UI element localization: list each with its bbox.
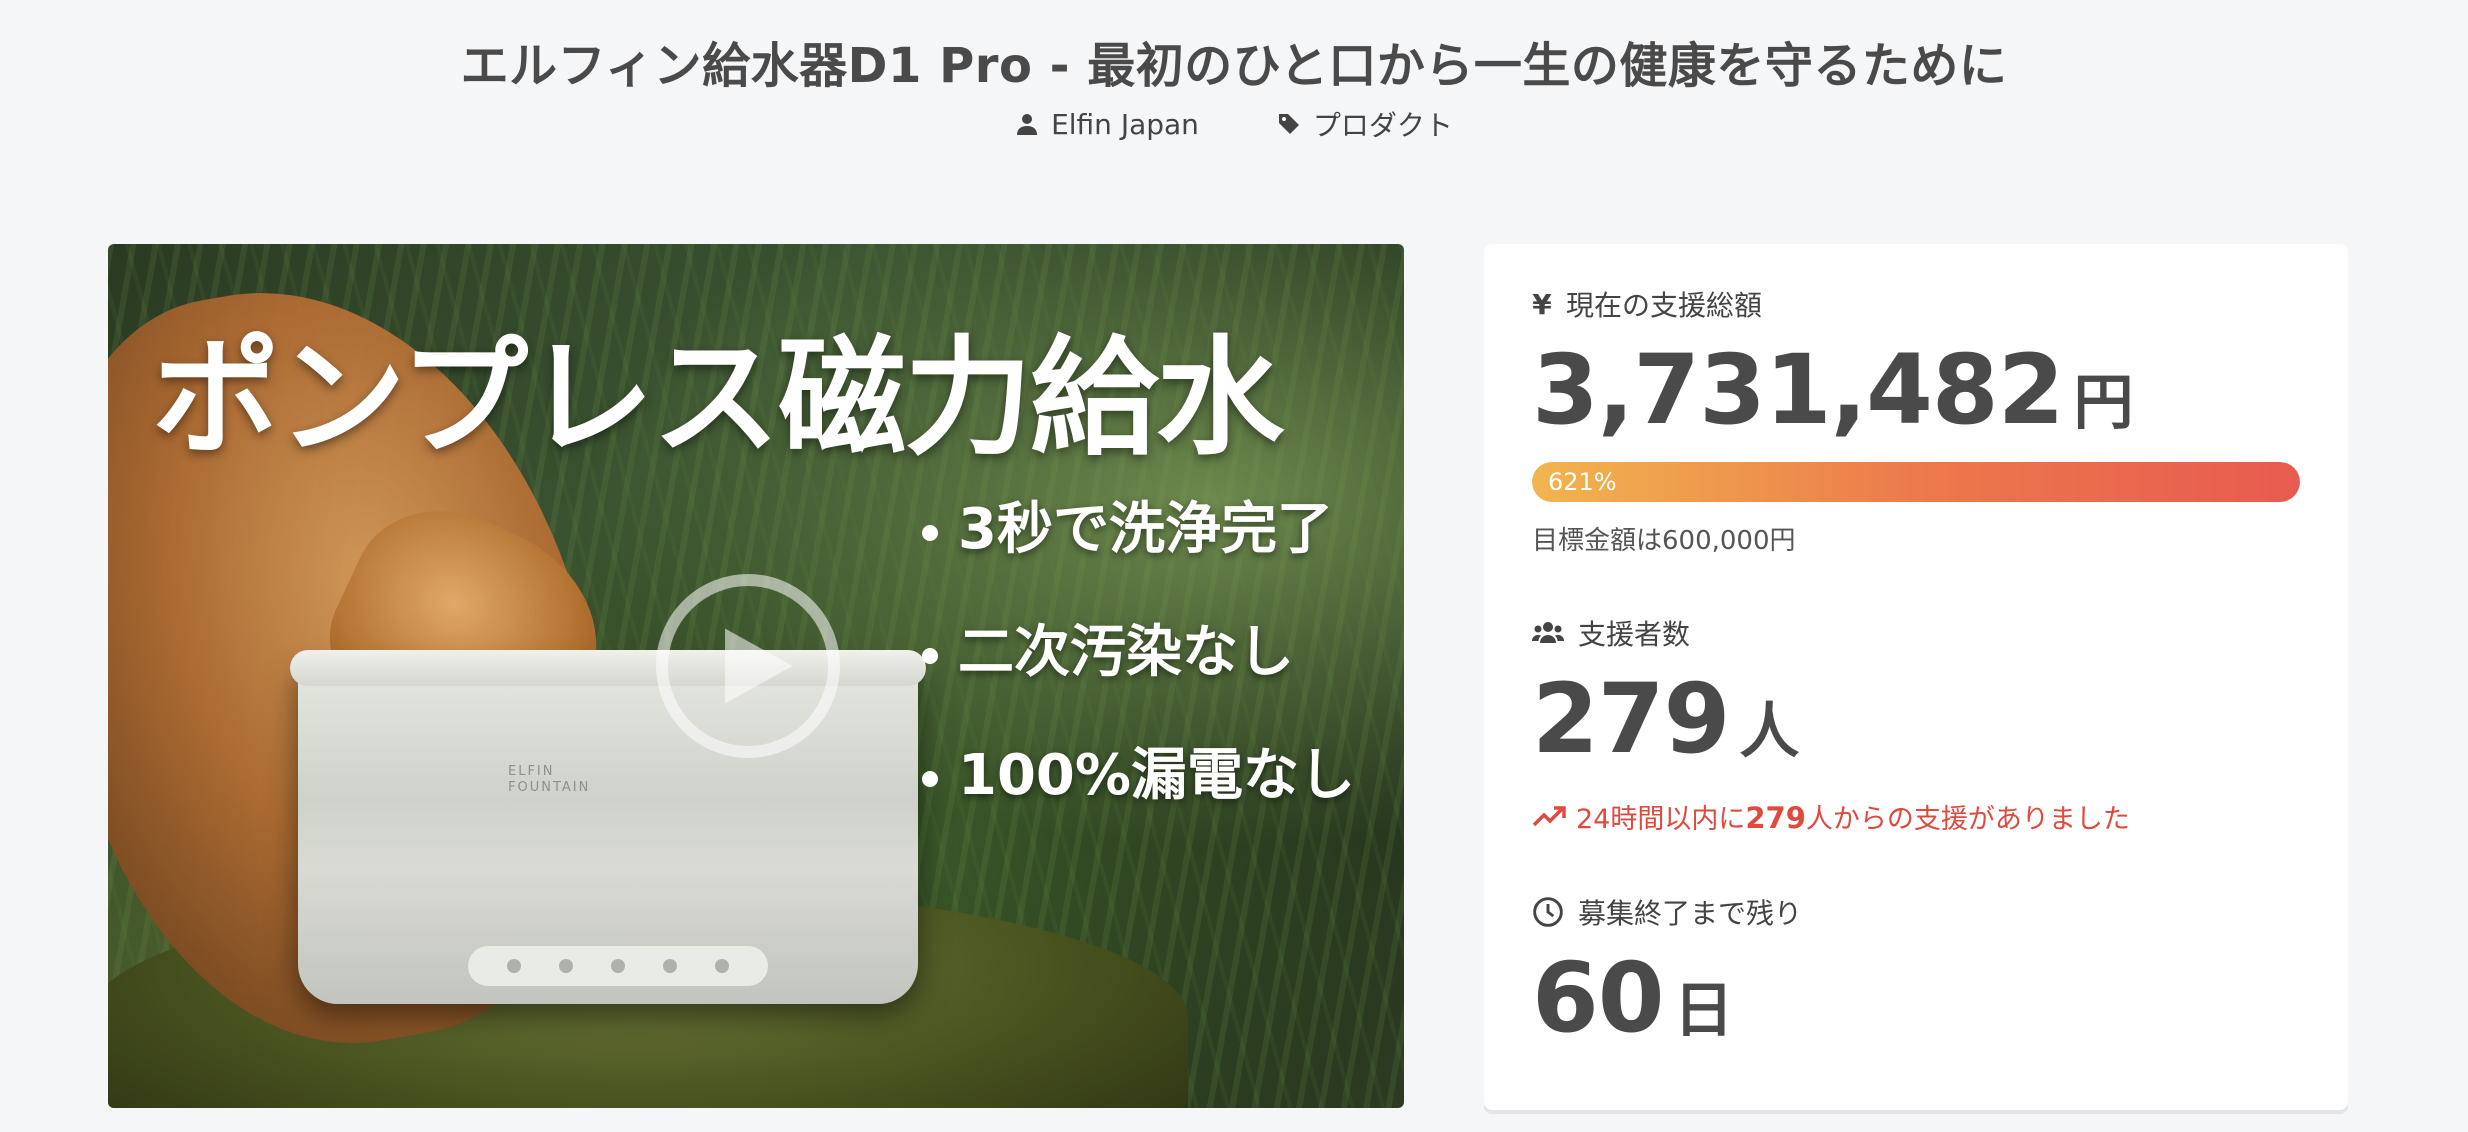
- tag-icon: [1278, 114, 1299, 134]
- hero-feature-item: 3秒で洗浄完了: [922, 484, 1355, 565]
- clock-icon: [1533, 897, 1563, 927]
- hero-headline: ポンプレス磁力給水: [152, 324, 1284, 473]
- play-icon: [725, 628, 793, 704]
- users-icon: [1532, 622, 1564, 643]
- fountain-control-panel: [468, 946, 768, 986]
- supporters-section: 支援者数 279 人 24時間以内に279人からの支援がありました: [1532, 613, 2300, 836]
- supporters-count: 279 人: [1532, 663, 2300, 775]
- supporters-count-unit: 人: [1739, 697, 1800, 767]
- remaining-label: 募集終了まで残り: [1532, 892, 2300, 932]
- yen-icon: ¥: [1532, 287, 1552, 321]
- hero-feature-item: 100%漏電なし: [922, 730, 1355, 811]
- funding-amount: 3,731,482 円: [1532, 334, 2300, 446]
- remaining-days-number: 60: [1532, 942, 1665, 1054]
- funding-label: ¥ 現在の支援総額: [1532, 287, 1763, 323]
- hero-feature-item: 二次汚染なし: [922, 607, 1355, 688]
- author-name: Elfin Japan: [1051, 107, 1199, 141]
- trending-up-icon: [1532, 805, 1566, 826]
- funding-section: ¥ 現在の支援総額 3,731,482 円 621% 目標金額は600,000円: [1532, 284, 2300, 557]
- funding-amount-unit: 円: [2073, 368, 2134, 438]
- remaining-days: 60 日: [1532, 942, 2300, 1054]
- fountain-brand-label: ELFIN FOUNTAIN: [508, 764, 591, 795]
- author-link[interactable]: Elfin Japan: [1015, 104, 1199, 144]
- supporters-count-number: 279: [1532, 663, 1730, 775]
- category-link[interactable]: プロダクト: [1277, 104, 1453, 144]
- funding-progress-percent: 621%: [1548, 468, 1617, 496]
- funding-goal: 目標金額は600,000円: [1532, 526, 1796, 556]
- funding-stats-card: ¥ 現在の支援総額 3,731,482 円 621% 目標金額は600,000円…: [1484, 244, 2348, 1110]
- remaining-days-unit: 日: [1673, 976, 1734, 1046]
- category-name: プロダクト: [1312, 109, 1453, 142]
- supporters-trend: 24時間以内に279人からの支援がありました: [1532, 797, 2300, 836]
- remaining-section: 募集終了まで残り 60 日: [1532, 892, 2300, 1054]
- user-icon: [1017, 114, 1038, 135]
- funding-progress-bar: 621%: [1532, 462, 2300, 502]
- funding-amount-number: 3,731,482: [1532, 334, 2065, 446]
- play-video-button[interactable]: [656, 574, 840, 758]
- project-video-thumbnail[interactable]: ELFIN FOUNTAIN ポンプレス磁力給水 3秒で洗浄完了 二次汚染なし …: [108, 244, 1404, 1108]
- supporters-label: 支援者数: [1532, 613, 2300, 653]
- project-meta: Elfin Japan プロダクト: [0, 104, 2468, 144]
- hero-feature-list: 3秒で洗浄完了 二次汚染なし 100%漏電なし: [922, 484, 1355, 853]
- funding-progress-fill: [1532, 462, 2300, 502]
- page-title: エルフィン給水器D1 Pro - 最初のひと口から一生の健康を守るために: [460, 38, 2008, 95]
